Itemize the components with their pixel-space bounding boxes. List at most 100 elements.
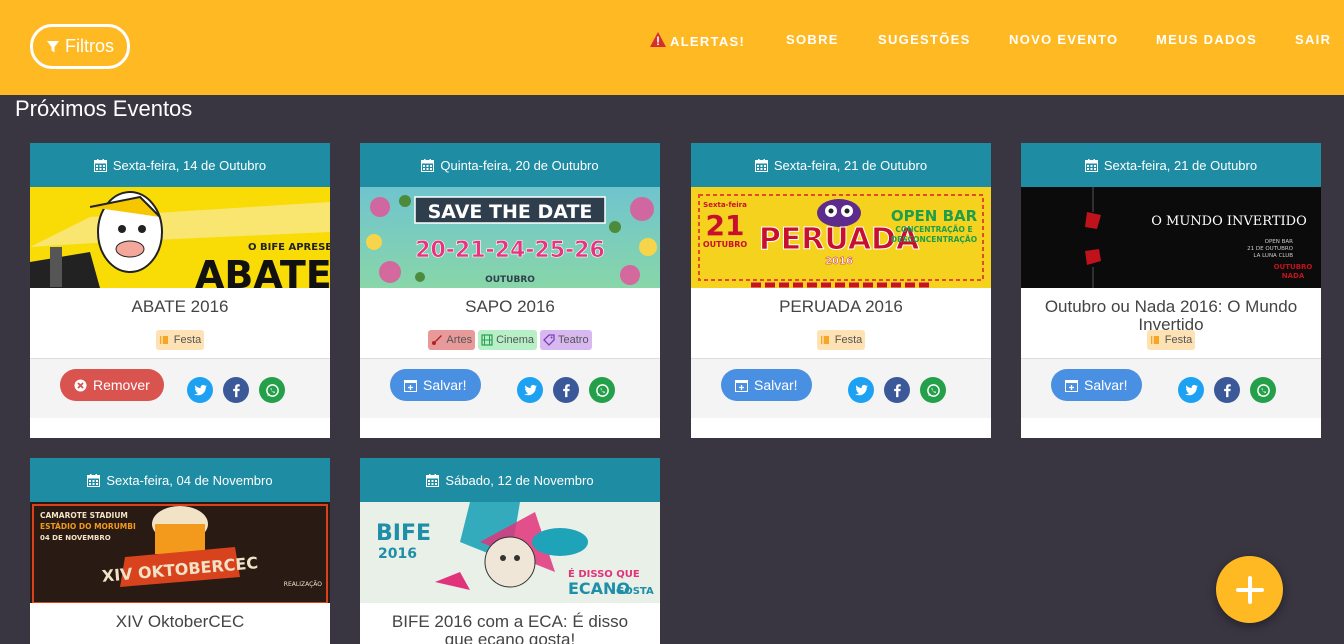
event-image[interactable]: O BIFE APRESENTA: ABATE: [30, 187, 330, 288]
whatsapp-share-button[interactable]: [589, 377, 615, 403]
whatsapp-share-button[interactable]: [920, 377, 946, 403]
image-text: ESTÁDIO DO MORUMBI: [40, 522, 136, 531]
calendar-icon: [93, 158, 107, 172]
nav-novo-evento[interactable]: NOVO EVENTO: [1009, 31, 1118, 47]
image-text: SAVE THE DATE: [428, 201, 593, 223]
nav-sobre-label: SOBRE: [786, 31, 839, 47]
image-text: OPEN BAR: [1265, 239, 1294, 245]
filter-button[interactable]: Filtros: [30, 24, 130, 69]
event-card[interactable]: Sexta-feira, 14 de Outubro O BIFE APRESE…: [30, 143, 330, 438]
event-title[interactable]: XIV OktoberCEC: [30, 603, 330, 644]
event-title[interactable]: Outubro ou Nada 2016: O Mundo Invertido …: [1021, 288, 1321, 358]
paintbrush-icon: [432, 335, 443, 345]
image-text: OUTUBRO: [703, 240, 748, 249]
tag-label: Festa: [1164, 334, 1193, 346]
event-image[interactable]: O MUNDO INVERTIDO OPEN BAR 21 DE OUTUBRO…: [1021, 187, 1321, 288]
event-title[interactable]: ABATE 2016 Festa: [30, 288, 330, 358]
nav-meus-dados[interactable]: MEUS DADOS: [1156, 31, 1257, 47]
twitter-share-button[interactable]: [517, 377, 543, 403]
event-date-label: Sexta-feira, 21 de Outubro: [1103, 157, 1258, 173]
twitter-share-button[interactable]: [1178, 377, 1204, 403]
save-button[interactable]: Salvar!: [721, 369, 812, 401]
save-button[interactable]: Salvar!: [390, 369, 481, 401]
image-text: OUTUBRO: [485, 275, 535, 285]
image-text: 21: [706, 209, 745, 242]
event-footer: Salvar!: [1021, 358, 1321, 418]
tag-festa[interactable]: Festa: [155, 330, 205, 350]
save-label: Salvar!: [754, 377, 798, 393]
plus-icon: [1235, 575, 1264, 604]
facebook-icon: [1223, 383, 1231, 397]
facebook-share-button[interactable]: [553, 377, 579, 403]
event-title-text: PERUADA 2016: [779, 297, 903, 316]
facebook-share-button[interactable]: [884, 377, 910, 403]
tag-cinema[interactable]: Cinema: [478, 330, 537, 350]
share-buttons: [187, 377, 285, 403]
times-circle-icon: [74, 379, 87, 391]
event-image[interactable]: SAVE THE DATE 20-21-24-25-26 OUTUBRO: [360, 187, 660, 288]
event-title-text: SAPO 2016: [465, 297, 555, 316]
twitter-icon: [523, 384, 537, 395]
whatsapp-icon: [926, 383, 940, 397]
image-text: REALIZAÇÃO: [284, 581, 322, 588]
nav-alertas[interactable]: ALERTAS!: [650, 31, 745, 49]
calendar-plus-icon: [404, 379, 417, 392]
image-text: OUTUBRO: [1274, 263, 1313, 271]
remove-button[interactable]: Remover: [60, 369, 164, 401]
image-text: 2016: [378, 546, 417, 562]
nav-sair[interactable]: SAIR: [1295, 31, 1331, 47]
facebook-share-button[interactable]: [223, 377, 249, 403]
twitter-share-button[interactable]: [187, 377, 213, 403]
tag-label: Teatro: [558, 334, 589, 346]
event-date: Sexta-feira, 21 de Outubro: [691, 143, 991, 187]
filter-label: Filtros: [65, 36, 114, 56]
tag-label: Cinema: [496, 334, 534, 346]
event-card[interactable]: Quinta-feira, 20 de Outubro SAVE THE DAT…: [360, 143, 660, 438]
event-card[interactable]: Sexta-feira, 21 de Outubro Sexta-feira 2…: [691, 143, 991, 438]
event-card[interactable]: Sábado, 12 de Novembro BIFE 2016 É DISSO…: [360, 458, 660, 644]
calendar-icon: [754, 158, 768, 172]
facebook-share-button[interactable]: [1214, 377, 1240, 403]
nav-sair-label: SAIR: [1295, 31, 1332, 47]
warning-icon: [650, 31, 666, 47]
twitter-icon: [854, 384, 868, 395]
event-image[interactable]: CAMAROTE STADIUM ESTÁDIO DO MORUMBI 04 D…: [30, 502, 330, 603]
image-text: BIFE: [376, 521, 431, 546]
event-title[interactable]: BIFE 2016 com a ECA: É disso que ecano g…: [360, 603, 660, 644]
event-date-label: Sexta-feira, 21 de Outubro: [773, 157, 928, 173]
event-title-text: ABATE 2016: [131, 297, 229, 316]
event-date-label: Sábado, 12 de Novembro: [445, 472, 594, 488]
event-image[interactable]: Sexta-feira 21 OUTUBRO PERUADA 2016 OPEN…: [691, 187, 991, 288]
tag-label: Festa: [173, 334, 202, 346]
event-footer: Remover: [30, 358, 330, 418]
image-text: CAMAROTE STADIUM: [40, 511, 128, 520]
add-event-fab[interactable]: [1216, 556, 1283, 623]
save-button[interactable]: Salvar!: [1051, 369, 1142, 401]
image-text: Sexta-feira: [703, 201, 747, 209]
facebook-icon: [232, 383, 240, 397]
tag-festa[interactable]: Festa: [1146, 330, 1196, 350]
image-text: 04 DE NOVEMBRO: [40, 534, 111, 542]
event-date: Sábado, 12 de Novembro: [360, 458, 660, 502]
image-text: LA LUNA CLUB: [1253, 253, 1293, 259]
event-title[interactable]: PERUADA 2016 Festa: [691, 288, 991, 358]
whatsapp-share-button[interactable]: [259, 377, 285, 403]
event-image[interactable]: BIFE 2016 É DISSO QUE ECANO GOSTA: [360, 502, 660, 603]
calendar-plus-icon: [735, 379, 748, 392]
whatsapp-share-button[interactable]: [1250, 377, 1276, 403]
twitter-share-button[interactable]: [848, 377, 874, 403]
filter-icon: [47, 40, 59, 52]
tag-artes[interactable]: Artes: [428, 330, 476, 350]
nav-sobre[interactable]: SOBRE: [786, 31, 839, 47]
tag-festa[interactable]: Festa: [816, 330, 866, 350]
tag-teatro[interactable]: Teatro: [540, 330, 592, 350]
event-date-label: Sexta-feira, 04 de Novembro: [106, 472, 273, 488]
whatsapp-icon: [595, 383, 609, 397]
nav-sugestoes[interactable]: SUGESTÕES: [878, 31, 971, 47]
event-card[interactable]: Sexta-feira, 21 de Outubro O MUNDO INVER…: [1021, 143, 1321, 438]
event-title[interactable]: SAPO 2016 Artes Cinema Teatro: [360, 288, 660, 358]
image-text: O MUNDO INVERTIDO: [1151, 214, 1306, 229]
ticket-icon: [159, 336, 168, 344]
event-date-label: Sexta-feira, 14 de Outubro: [112, 157, 267, 173]
event-card[interactable]: Sexta-feira, 04 de Novembro CAMAROTE STA…: [30, 458, 330, 644]
